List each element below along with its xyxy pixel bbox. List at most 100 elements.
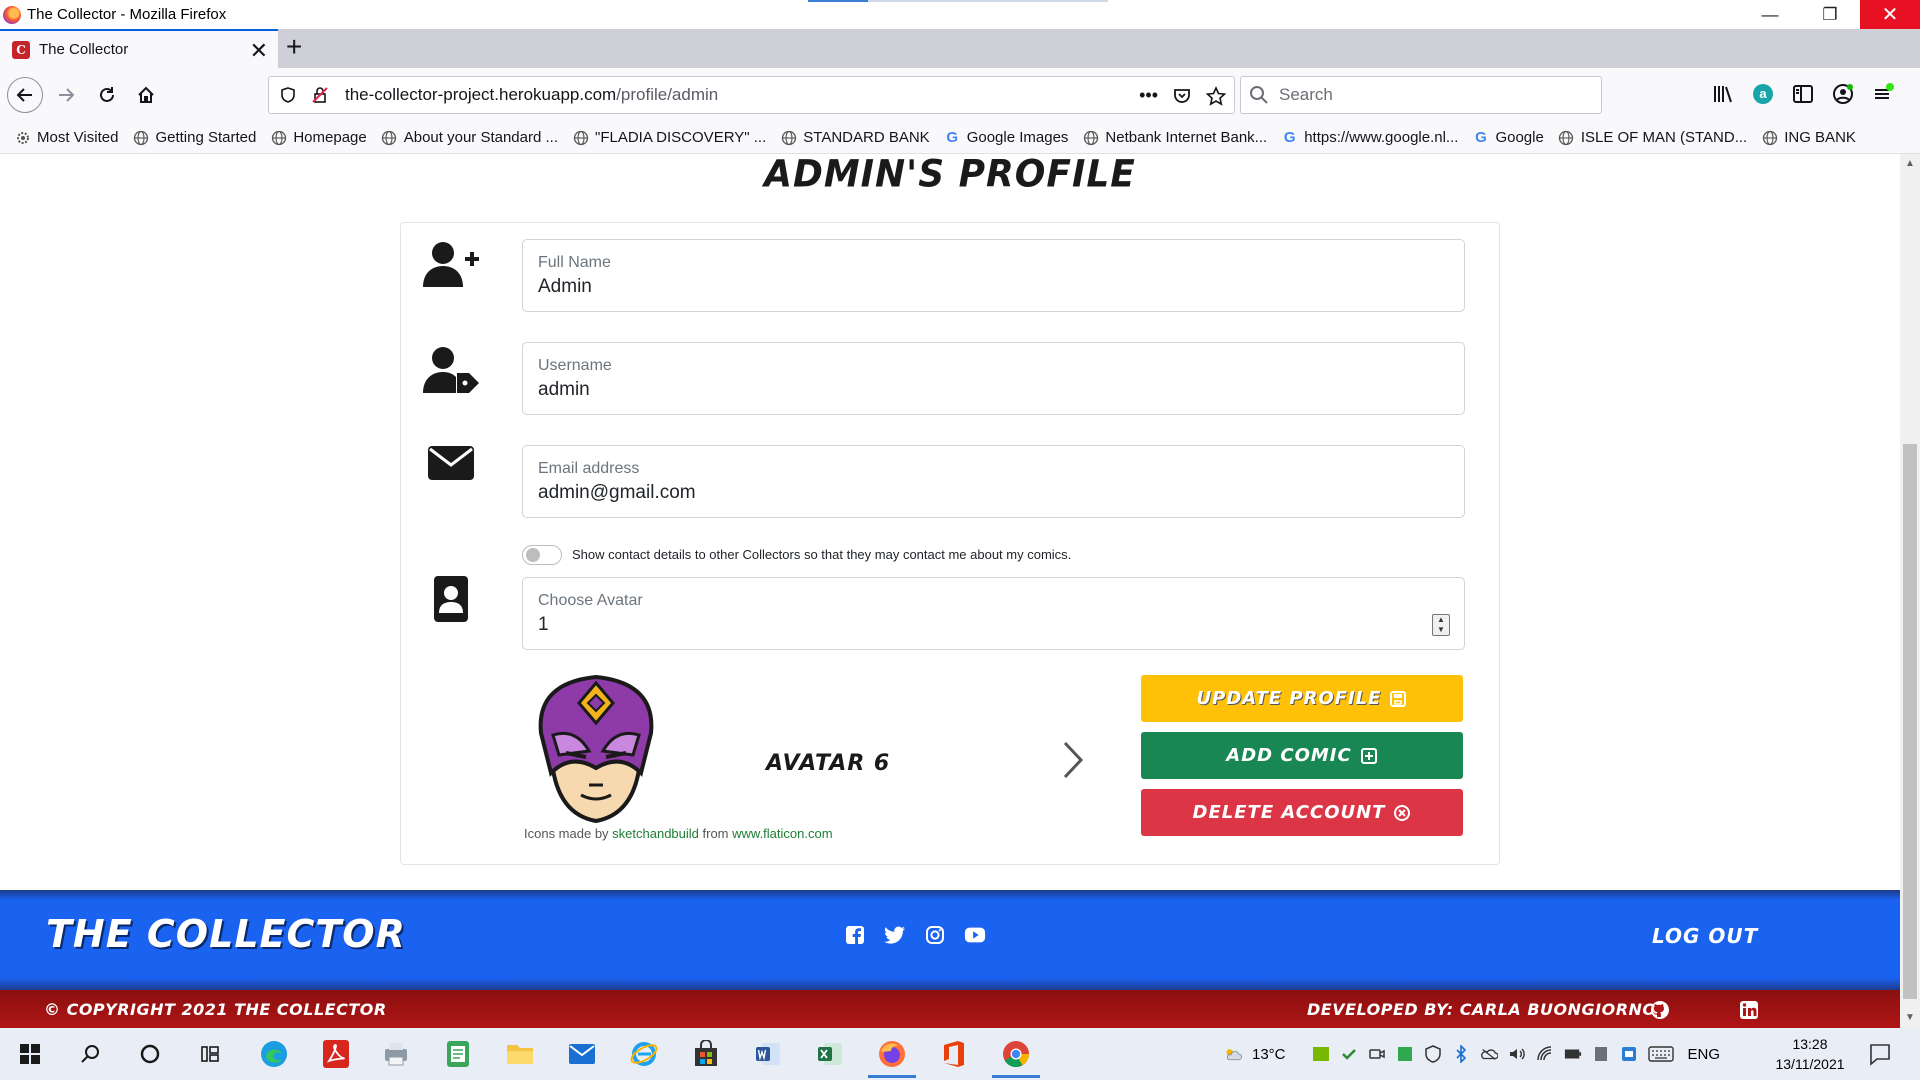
linkedin-icon[interactable] <box>1739 1000 1759 1020</box>
restore-button[interactable]: ❐ <box>1800 0 1860 29</box>
choose-avatar-field[interactable]: Choose Avatar 1 ▲ ▼ <box>522 577 1465 650</box>
taskbar-search-icon[interactable] <box>72 1036 108 1072</box>
bluetooth-icon[interactable] <box>1452 1045 1470 1063</box>
onedrive-icon[interactable] <box>1480 1045 1498 1063</box>
bookmark-standard-bank[interactable]: STANDARD BANK <box>780 129 930 146</box>
account-icon[interactable] <box>1830 81 1856 107</box>
library-icon[interactable] <box>1710 81 1736 107</box>
cortana-icon[interactable] <box>132 1036 168 1072</box>
bookmark-netbank[interactable]: Netbank Internet Bank... <box>1082 129 1267 146</box>
instagram-icon[interactable] <box>924 924 946 946</box>
notes-app-icon[interactable] <box>440 1036 476 1072</box>
new-tab-button[interactable]: + <box>286 31 302 63</box>
bookmark-label: Most Visited <box>37 129 119 146</box>
credit-author-link[interactable]: sketchandbuild <box>612 826 699 841</box>
add-comic-button[interactable]: ADD COMIC <box>1141 732 1463 779</box>
username-field[interactable]: Username admin <box>522 342 1465 415</box>
email-field[interactable]: Email address admin@gmail.com <box>522 445 1465 518</box>
facebook-icon[interactable] <box>844 924 866 946</box>
bookmark-homepage[interactable]: Homepage <box>270 129 367 146</box>
insecure-lock-icon[interactable] <box>311 86 329 104</box>
reload-button[interactable] <box>89 77 125 113</box>
taskbar-clock[interactable]: 13:28 13/11/2021 <box>1765 1034 1855 1074</box>
battery-icon[interactable] <box>1564 1045 1582 1063</box>
scroll-down-button[interactable]: ▼ <box>1900 1008 1920 1028</box>
task-view-icon[interactable] <box>192 1036 228 1072</box>
wifi-icon[interactable] <box>1536 1045 1554 1063</box>
bookmark-most-visited[interactable]: Most Visited <box>14 129 118 146</box>
store-icon[interactable] <box>688 1036 724 1072</box>
logout-link[interactable]: LOG OUT <box>1652 924 1758 948</box>
scroll-thumb[interactable] <box>1903 444 1917 999</box>
url-host: the-collector-project.herokuapp.com <box>345 85 617 104</box>
delete-account-button[interactable]: DELETE ACCOUNT <box>1141 789 1463 836</box>
bookmark-star-icon[interactable] <box>1206 85 1226 106</box>
window-titlebar: The Collector - Mozilla Firefox — ❐ ✕ <box>0 0 1920 29</box>
bookmark-google[interactable]: G Google <box>1472 129 1544 146</box>
credit-site-link[interactable]: www.flaticon.com <box>732 826 832 841</box>
printer-app-icon[interactable] <box>378 1036 414 1072</box>
windows-start-icon[interactable] <box>12 1036 48 1072</box>
profile-card: Full Name Admin Username admin Email add… <box>400 222 1500 865</box>
forward-button[interactable] <box>48 77 84 113</box>
tab-close-button[interactable]: ✕ <box>250 38 268 64</box>
bookmark-getting-started[interactable]: Getting Started <box>132 129 256 146</box>
home-button[interactable] <box>128 77 164 113</box>
back-button[interactable] <box>7 77 43 113</box>
arrow-right-icon <box>59 88 75 102</box>
footer-brand[interactable]: THE COLLECTOR <box>46 912 406 956</box>
close-window-button[interactable]: ✕ <box>1860 0 1920 29</box>
weather-icon[interactable] <box>1224 1045 1242 1063</box>
bookmark-google-images[interactable]: G Google Images <box>944 129 1068 146</box>
bookmark-ing-bank[interactable]: ING BANK <box>1761 129 1856 146</box>
meet-now-icon[interactable] <box>1368 1045 1386 1063</box>
page-actions-button[interactable]: ••• <box>1139 85 1158 106</box>
security-shield-icon[interactable] <box>1424 1045 1442 1063</box>
keyboard-icon[interactable] <box>1647 1045 1674 1063</box>
chrome-icon[interactable] <box>992 1036 1040 1078</box>
office-icon[interactable] <box>936 1036 972 1072</box>
minimize-button[interactable]: — <box>1740 0 1800 29</box>
firefox-taskbar-icon[interactable] <box>868 1036 916 1078</box>
bookmark-about-standard[interactable]: About your Standard ... <box>381 129 558 146</box>
bookmark-fladia[interactable]: "FLADIA DISCOVERY" ... <box>572 129 766 146</box>
sidebar-icon[interactable] <box>1790 81 1816 107</box>
update-profile-button[interactable]: UPDATE PROFILE <box>1141 675 1463 722</box>
amazon-assistant-icon[interactable]: a <box>1750 81 1776 107</box>
word-icon[interactable] <box>750 1036 786 1072</box>
contact-details-toggle[interactable] <box>522 545 562 565</box>
pocket-icon[interactable] <box>1172 86 1192 106</box>
green-app-icon[interactable] <box>1396 1045 1414 1063</box>
language-indicator[interactable]: ENG <box>1688 1046 1721 1063</box>
twitter-icon[interactable] <box>884 924 906 946</box>
tracking-shield-icon[interactable] <box>279 86 297 104</box>
excel-icon[interactable] <box>812 1036 848 1072</box>
volume-icon[interactable] <box>1508 1045 1526 1063</box>
internet-explorer-icon[interactable] <box>626 1036 662 1072</box>
menu-icon[interactable] <box>1870 81 1896 107</box>
email-label: Email address <box>538 460 640 477</box>
edge-icon[interactable] <box>256 1036 292 1072</box>
url-text: the-collector-project.herokuapp.com/prof… <box>345 85 718 105</box>
tray-blue-app-icon[interactable] <box>1620 1045 1638 1063</box>
full-name-field[interactable]: Full Name Admin <box>522 239 1465 312</box>
youtube-icon[interactable] <box>964 924 986 946</box>
scroll-up-button[interactable]: ▲ <box>1900 154 1920 174</box>
github-icon[interactable] <box>1650 1000 1670 1020</box>
number-spinner[interactable]: ▲ ▼ <box>1432 614 1450 636</box>
file-explorer-icon[interactable] <box>502 1036 538 1072</box>
chevron-right-icon[interactable] <box>1057 737 1087 783</box>
page-scrollbar[interactable]: ▲ ▼ <box>1900 154 1920 1028</box>
nvidia-icon[interactable] <box>1312 1045 1330 1063</box>
tray-app-icon[interactable] <box>1340 1045 1358 1063</box>
notification-center-icon[interactable] <box>1868 1042 1892 1066</box>
address-bar[interactable]: the-collector-project.herokuapp.com/prof… <box>268 76 1235 114</box>
bookmark-isle-of-man[interactable]: ISLE OF MAN (STAND... <box>1558 129 1747 146</box>
mail-icon[interactable] <box>564 1036 600 1072</box>
acrobat-icon[interactable] <box>318 1036 354 1072</box>
bookmark-google-nl[interactable]: Ghttps://www.google.nl... <box>1281 129 1459 146</box>
tab-the-collector[interactable]: C The Collector ✕ <box>0 29 278 68</box>
tray-device-icon[interactable] <box>1592 1045 1610 1063</box>
search-bar[interactable]: Search <box>1240 76 1602 114</box>
temperature-text[interactable]: 13°C <box>1252 1046 1286 1063</box>
